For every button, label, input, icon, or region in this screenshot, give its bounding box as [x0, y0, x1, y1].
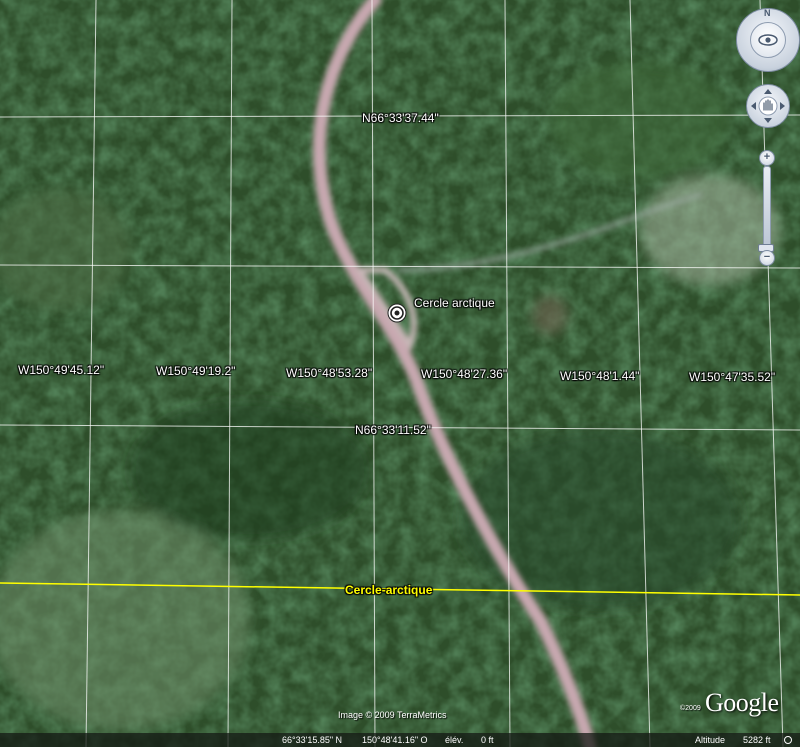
streaming-indicator-icon [784, 736, 792, 744]
altitude-label: Altitude [695, 735, 726, 745]
longitude-label-4: W150°48'27.36" [421, 367, 508, 381]
altitude-value: 5282 ft [743, 735, 771, 745]
status-bar: 66°33'15.85" N 150°48'41.16" O élév. 0 f… [0, 733, 800, 747]
satellite-map[interactable]: N66°33'37.44" N66°33'11.52" W150°49'45.1… [0, 0, 800, 747]
move-control[interactable] [746, 84, 790, 128]
longitude-label-1: W150°49'45.12" [18, 363, 105, 377]
latitude-label-bottom: N66°33'11.52" [355, 423, 431, 437]
look-around-control[interactable]: N [736, 8, 800, 72]
target-placemark-icon[interactable] [387, 303, 407, 323]
zoom-control: + − [758, 150, 775, 268]
google-logo: Google [705, 688, 779, 717]
longitude-label-2: W150°49'19.2" [156, 364, 236, 378]
hand-icon [751, 89, 785, 123]
longitude-label-3: W150°48'53.28" [286, 366, 373, 380]
zoom-bar[interactable] [763, 166, 771, 254]
longitude-label-5: W150°48'1.44" [560, 369, 640, 383]
pointer-longitude: 150°48'41.16" O [362, 735, 428, 745]
pointer-latitude: 66°33'15.85" N [282, 735, 343, 745]
longitude-label-6: W150°47'35.52" [689, 370, 776, 384]
zoom-out-button[interactable]: − [759, 250, 775, 266]
imagery-attribution: Image © 2009 TerraMetrics [338, 710, 447, 720]
north-indicator[interactable]: N [764, 8, 771, 18]
copyright-year: ©2009 [680, 705, 701, 712]
zoom-in-button[interactable]: + [759, 150, 775, 166]
arctic-circle-label: Cercle-arctique [345, 583, 433, 597]
latitude-label-top: N66°33'37.44" [362, 111, 439, 125]
placemark-label[interactable]: Cercle arctique [414, 296, 495, 310]
eye-icon[interactable] [750, 22, 786, 58]
elevation-label: élév. [445, 735, 464, 745]
elevation-value: 0 ft [481, 735, 494, 745]
